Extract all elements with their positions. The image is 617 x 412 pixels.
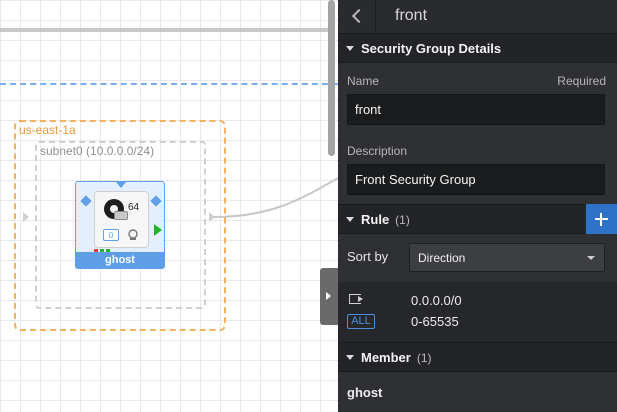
section-rule-title: Rule (1) xyxy=(361,212,410,227)
description-field[interactable] xyxy=(347,164,605,195)
panel-collapse-toggle-icon[interactable] xyxy=(320,268,338,325)
protocol-badge: ALL xyxy=(347,314,375,329)
section-details-header[interactable]: Security Group Details xyxy=(338,33,617,63)
rule-count: (1) xyxy=(395,213,410,227)
instance-port-top[interactable] xyxy=(116,182,126,188)
subnet-label: subnet0 (10.0.0.0/24) xyxy=(40,144,155,158)
member-count: (1) xyxy=(416,351,432,365)
sort-value: Direction xyxy=(418,251,466,265)
instance-arch: 64 xyxy=(128,202,140,213)
description-label: Description xyxy=(347,144,408,158)
property-panel: front Security Group Details Name Requir… xyxy=(338,0,617,412)
caret-down-icon xyxy=(346,46,354,51)
name-label: Name xyxy=(347,74,380,88)
rule-heading: Rule xyxy=(361,212,390,227)
sort-label: Sort by xyxy=(347,249,389,264)
section-member-header[interactable]: Member (1) xyxy=(338,342,617,372)
name-field[interactable] xyxy=(347,94,605,125)
member-heading: Member xyxy=(361,350,411,365)
subnet-port-left[interactable] xyxy=(23,212,29,222)
caret-down-icon xyxy=(346,217,354,222)
caret-down-icon xyxy=(346,355,354,360)
design-canvas[interactable]: us-east-1a subnet0 (10.0.0.0/24) 64 0 gh… xyxy=(0,0,338,412)
rule-list-item[interactable]: ALL 0.0.0.0/0 0-65535 xyxy=(338,282,617,342)
instance-body: 64 0 xyxy=(94,191,149,248)
subnet-port-right[interactable] xyxy=(209,212,215,222)
back-button[interactable] xyxy=(338,0,376,34)
volume-icon[interactable]: 0 xyxy=(103,229,119,241)
section-rule-header[interactable]: Rule (1) xyxy=(338,204,617,234)
instance-port-right[interactable] xyxy=(150,195,162,207)
instance-port-green[interactable] xyxy=(154,224,162,236)
rule-target: 0.0.0.0/0 xyxy=(411,293,462,308)
required-label: Required xyxy=(557,74,606,88)
availability-zone-label: us-east-1a xyxy=(19,123,76,137)
section-member-title: Member (1) xyxy=(361,350,432,365)
member-list-item[interactable]: ghost xyxy=(347,385,382,400)
eip-icon[interactable] xyxy=(127,229,139,241)
sort-dropdown[interactable]: Direction xyxy=(409,243,605,272)
root-disk-icon xyxy=(114,211,128,220)
instance-port-left[interactable] xyxy=(80,195,92,207)
chevron-down-icon xyxy=(587,256,595,260)
instance-node[interactable]: 64 0 ghost xyxy=(75,181,165,269)
rule-ports: 0-65535 xyxy=(411,314,459,329)
panel-header: front xyxy=(338,0,617,34)
add-rule-button[interactable] xyxy=(586,204,617,234)
section-details-title: Security Group Details xyxy=(361,41,502,56)
outbound-direction-icon xyxy=(349,294,363,304)
panel-title: front xyxy=(395,7,428,24)
instance-name: ghost xyxy=(76,252,164,268)
